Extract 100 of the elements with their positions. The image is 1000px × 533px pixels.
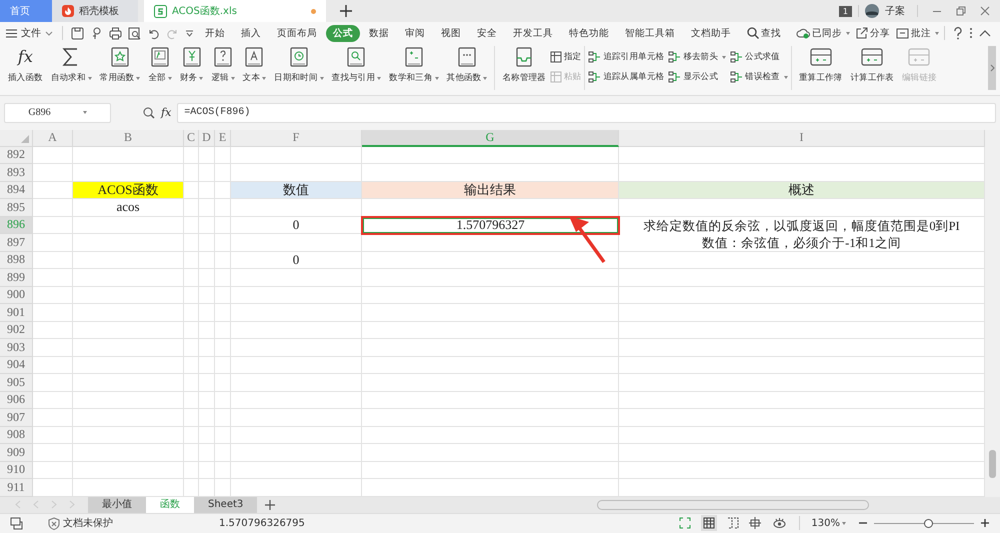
search-button[interactable]: 查找	[747, 26, 781, 40]
ribbon-button[interactable]: 错误检查	[730, 69, 788, 86]
vertical-scrollbar[interactable]	[985, 130, 1000, 497]
ribbon-tab[interactable]: 智能工具箱	[618, 24, 682, 42]
customize-icon[interactable]	[185, 28, 194, 38]
row-header[interactable]: 911	[0, 479, 33, 497]
table-cell: 1.570796327	[362, 216, 619, 234]
row-header[interactable]: 894	[0, 182, 33, 200]
ribbon-tab[interactable]: 特色功能	[562, 24, 616, 42]
row-header[interactable]: 897	[0, 234, 33, 252]
fullscreen-icon[interactable]	[679, 517, 692, 530]
name-manager-button[interactable]: 名称管理器	[498, 46, 550, 84]
ribbon-button[interactable]: 公式求值	[730, 49, 788, 66]
ribbon-button[interactable]: 指定	[550, 49, 582, 66]
row-header[interactable]: 899	[0, 269, 33, 287]
page-break-icon[interactable]	[727, 517, 740, 530]
row-header[interactable]: 900	[0, 286, 33, 304]
row-header[interactable]: 895	[0, 199, 33, 217]
toolbar-action[interactable]: 批注	[896, 26, 939, 40]
formula-field[interactable]: =ACOS(F896)	[177, 102, 996, 123]
add-sheet-icon[interactable]	[265, 500, 276, 510]
zoom-icon[interactable]	[143, 106, 155, 119]
help-icon[interactable]	[953, 26, 963, 40]
ribbon-button[interactable]: 移去箭头	[668, 49, 726, 66]
ribbon-tab[interactable]: 页面布局	[270, 24, 324, 42]
ribbon-button[interactable]: 其他函数	[442, 46, 492, 84]
avatar-icon[interactable]	[865, 4, 879, 18]
column-header[interactable]: C	[184, 130, 199, 147]
file-menu[interactable]: 文件	[6, 26, 53, 40]
zoom-in-icon[interactable]	[980, 518, 990, 528]
row-header[interactable]: 905	[0, 374, 33, 392]
print-preview-icon[interactable]	[128, 26, 141, 40]
row-header[interactable]: 902	[0, 322, 33, 340]
ribbon-tab[interactable]: 开发工具	[506, 24, 560, 42]
ribbon-button[interactable]: 财务	[176, 46, 208, 84]
row-header[interactable]: 898	[0, 252, 33, 270]
row-header[interactable]: 903	[0, 339, 33, 357]
ribbon-button[interactable]: 查找与引用	[328, 46, 386, 84]
zoom-dropdown[interactable]: 130%	[811, 518, 846, 529]
row-header[interactable]: 901	[0, 304, 33, 322]
sheet-tab[interactable]: 最小值	[88, 496, 146, 513]
ribbon-button[interactable]: 文本	[238, 46, 270, 84]
fx-icon[interactable]: fx	[161, 106, 172, 120]
row-header[interactable]: 907	[0, 409, 33, 427]
ribbon-tab[interactable]: 数据	[362, 24, 396, 42]
ribbon-button[interactable]: 追踪从属单元格	[588, 69, 664, 86]
sheet-tab[interactable]: Sheet3	[194, 496, 258, 513]
close-icon[interactable]	[980, 6, 990, 16]
window-count-badge[interactable]: 1	[838, 6, 852, 16]
column-header[interactable]: I	[619, 130, 985, 147]
ribbon-tab[interactable]: 插入	[234, 24, 268, 42]
new-tab-icon[interactable]	[340, 5, 352, 17]
name-box[interactable]: G896	[4, 102, 111, 123]
row-header[interactable]: 909	[0, 444, 33, 462]
ribbon-button[interactable]: 追踪引用单元格	[588, 49, 664, 66]
row-header[interactable]: 910	[0, 462, 33, 480]
ribbon-tab[interactable]: 审阅	[398, 24, 432, 42]
user-name[interactable]: 子案	[885, 4, 905, 18]
ribbon-tab[interactable]: 安全	[470, 24, 504, 42]
ribbon-tab[interactable]: 文档助手	[684, 24, 738, 42]
ribbon-button[interactable]: 日期和时间	[270, 46, 328, 84]
column-header[interactable]: A	[33, 130, 73, 147]
ribbon-button[interactable]: 数学和三角	[385, 46, 443, 84]
more-icon[interactable]	[969, 27, 973, 40]
restore-icon[interactable]	[956, 6, 966, 16]
row-header[interactable]: 906	[0, 392, 33, 410]
ribbon-tab[interactable]: 开始	[198, 24, 232, 42]
ribbon-button[interactable]: 显示公式	[668, 69, 726, 86]
normal-view-button[interactable]	[701, 515, 718, 532]
print-icon[interactable]	[109, 26, 122, 40]
row-header[interactable]: 904	[0, 356, 33, 374]
workbook-icon[interactable]	[10, 516, 24, 530]
table-cell	[199, 462, 215, 480]
eye-icon[interactable]	[773, 517, 786, 530]
row-header[interactable]: 908	[0, 426, 33, 444]
ribbon-button[interactable]: 计算工作表	[846, 46, 898, 84]
ribbon-button[interactable]: 逻辑	[207, 46, 239, 84]
toolbar-action[interactable]: 分享	[856, 26, 890, 40]
ribbon-button[interactable]: 重算工作簿	[794, 46, 846, 84]
crosshair-icon[interactable]	[749, 517, 764, 530]
table-cell	[184, 146, 199, 164]
ribbon-tab[interactable]: 视图	[434, 24, 468, 42]
column-header[interactable]: F	[231, 130, 362, 147]
column-header[interactable]: D	[199, 130, 215, 147]
ribbon-button[interactable]: 全部	[144, 46, 176, 84]
ribbon-button[interactable]: fx 插入函数	[4, 46, 47, 84]
protection-status[interactable]: 文档未保护	[48, 516, 213, 530]
column-header[interactable]: E	[215, 130, 231, 147]
column-header[interactable]: B	[73, 130, 184, 147]
save-icon[interactable]	[71, 26, 84, 40]
table-cell	[199, 182, 215, 200]
row-header[interactable]: 892	[0, 146, 33, 164]
document-tab[interactable]: 稻壳模板	[52, 0, 138, 22]
slider-thumb[interactable]	[924, 518, 933, 528]
toolbar-action[interactable]: 已同步	[796, 26, 850, 40]
ribbon-button[interactable]: 常用函数	[96, 46, 144, 84]
ribbon-button[interactable]: 自动求和	[46, 46, 96, 84]
row-header[interactable]: 893	[0, 164, 33, 182]
collapse-icon[interactable]	[979, 29, 991, 38]
zoom-slider[interactable]	[874, 518, 974, 529]
